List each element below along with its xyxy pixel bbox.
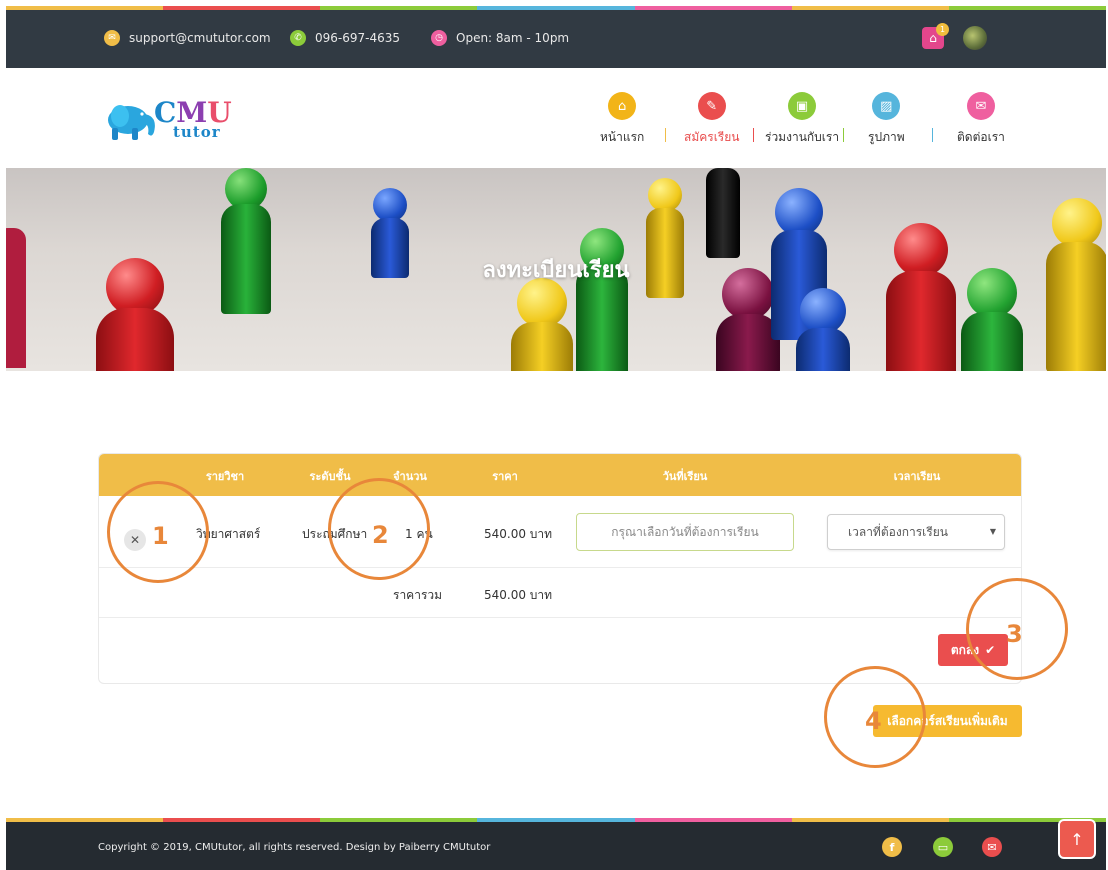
row-divider [99,567,1021,568]
nav-label: รูปภาพ [868,130,905,144]
cart-icon: ⌂ [929,31,937,45]
phone-icon: ✆ [290,30,306,46]
study-time-select[interactable]: เวลาที่ต้องการเรียน ▼ [827,514,1005,550]
mail-icon[interactable]: ✉ [982,837,1002,857]
nav-label: หน้าแรก [600,130,645,144]
cart-count-badge: 1 [936,23,949,36]
total-label: ราคารวม [393,588,443,602]
email-text: support@cmututor.com [129,31,271,45]
nav-divider [843,128,844,142]
contact-hours: ◷ Open: 8am - 10pm [431,30,569,46]
nav-divider [753,128,754,142]
color-stripe [6,818,1106,822]
column-header: เวลาเรียน [893,470,941,483]
nav-label: ร่วมงานกับเรา [765,130,840,144]
facebook-icon[interactable]: f [882,837,902,857]
registration-table: รายวิชา ระดับชั้น จำนวน ราคา วันที่เรียน… [98,453,1022,684]
mail-icon: ✉ [966,92,995,120]
column-header: ระดับชั้น [309,470,351,483]
nav-divider [665,128,666,142]
column-header: วันที่เรียน [662,470,708,483]
top-bar: ✉ support@cmututor.com ✆ 096-697-4635 ◷ … [6,6,1106,68]
footer: Copyright © 2019, CMUtutor, all rights r… [6,818,1106,870]
study-time-value: เวลาที่ต้องการเรียน [848,525,948,539]
phone-text: 096-697-4635 [315,31,401,45]
line-icon[interactable]: ▭ [933,837,953,857]
site-logo[interactable]: CMU tutor [98,96,248,146]
annotation-number: 1 [152,522,169,550]
avatar[interactable] [963,26,987,50]
elephant-logo-icon [108,105,155,140]
price-cell: 540.00 บาท [484,527,553,541]
nav-label: สมัครเรียน [684,130,740,144]
nav-home[interactable]: ⌂ หน้าแรก [600,92,644,147]
color-stripe [6,6,1106,10]
table-header: รายวิชา ระดับชั้น จำนวน ราคา วันที่เรียน… [99,454,1021,496]
pencil-icon: ✎ [697,92,726,120]
nav-register[interactable]: ✎ สมัครเรียน [684,92,740,147]
hours-text: Open: 8am - 10pm [456,31,570,45]
column-header: ราคา [492,470,518,483]
page-title: ลงทะเบียนเรียน [482,258,630,283]
contact-email[interactable]: ✉ support@cmututor.com [104,30,271,46]
page-banner: ลงทะเบียนเรียน [6,168,1106,371]
annotation-number: 4 [865,707,882,735]
annotation-number: 3 [1006,620,1023,648]
column-header: รายวิชา [205,470,245,483]
chevron-down-icon: ▼ [989,527,996,536]
back-to-top-button[interactable]: ↑ [1058,819,1096,859]
mail-icon: ✉ [104,30,120,46]
copyright-text: Copyright © 2019, CMUtutor, all rights r… [98,842,491,853]
nav-divider [932,128,933,142]
contact-phone[interactable]: ✆ 096-697-4635 [290,30,400,46]
nav-label: ติดต่อเรา [957,130,1005,144]
clock-icon: ◷ [431,30,447,46]
total-value: 540.00 บาท [484,588,553,602]
nav-gallery[interactable]: ▨ รูปภาพ [868,92,905,147]
logo-tutor-text: tutor [173,123,221,141]
briefcase-icon: ▣ [788,92,817,120]
nav-contact[interactable]: ✉ ติดต่อเรา [957,92,1005,147]
row-divider [99,617,1021,618]
nav-careers[interactable]: ▣ ร่วมงานกับเรา [765,92,839,147]
study-date-input[interactable]: กรุณาเลือกวันที่ต้องการเรียน [576,513,794,551]
home-icon: ⌂ [608,92,637,120]
annotation-number: 2 [372,521,389,549]
arrow-up-icon: ↑ [1070,829,1084,849]
image-icon: ▨ [872,92,901,120]
